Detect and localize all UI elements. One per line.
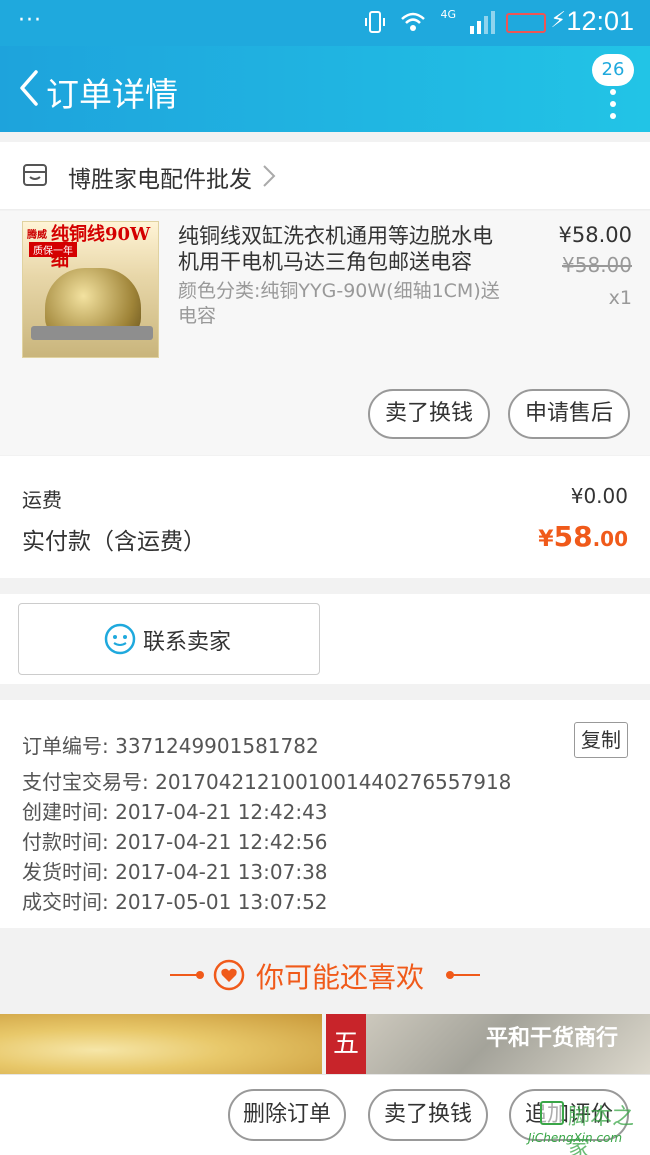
shipped-time-row: 发货时间: 2017-04-21 13:07:38 <box>22 856 328 885</box>
wifi-icon <box>401 12 426 31</box>
product-original-price: ¥58.00 <box>562 253 632 277</box>
product-sku: 颜色分类:纯铜YYG-90W(细轴1CM)送电容 <box>178 280 500 327</box>
recommend-item-2-badge: 五 <box>326 1014 366 1074</box>
status-bar: ··· 4G ⚡ 12:01 <box>0 0 650 46</box>
bottom-action-bar: 删除订单 卖了换钱 追加评价 脚本之家 JiChengXin.com <box>0 1074 650 1155</box>
paid-currency: ¥ <box>538 527 554 552</box>
alipay-number-label: 支付宝交易号: <box>22 770 149 794</box>
completed-time-label: 成交时间: <box>22 890 109 914</box>
image-brand: 腾威 <box>27 230 47 241</box>
order-info: 复制 订单编号: 3371249901581782 支付宝交易号: 201704… <box>0 700 650 928</box>
sell-button[interactable]: 卖了换钱 <box>368 389 490 439</box>
watermark: 脚本之家 JiChengXin.com <box>528 1099 644 1155</box>
signal-icon <box>470 11 495 34</box>
sell-for-cash-button[interactable]: 卖了换钱 <box>368 1089 488 1141</box>
paid-time: 2017-04-21 12:42:56 <box>115 830 328 854</box>
heart-icon <box>213 959 245 991</box>
vibrate-icon <box>365 11 386 33</box>
product-quantity: x1 <box>608 287 632 309</box>
copy-button[interactable]: 复制 <box>574 722 628 758</box>
order-number: 3371249901581782 <box>115 734 319 758</box>
after-sale-button[interactable]: 申请售后 <box>508 389 630 439</box>
paid-time-label: 付款时间: <box>22 830 109 854</box>
shipped-time: 2017-04-21 13:07:38 <box>115 860 328 884</box>
completed-time: 2017-05-01 13:07:52 <box>115 890 328 914</box>
shop-name[interactable]: 博胜家电配件批发 <box>68 160 252 194</box>
shipping-label: 运费 <box>22 488 62 512</box>
order-number-label: 订单编号: <box>22 734 109 758</box>
notification-dots: ··· <box>18 8 42 33</box>
contact-bar: 联系卖家 <box>0 594 650 684</box>
product-image[interactable]: 腾威 纯铜线90W细 质保一年 <box>22 221 159 358</box>
divider-dot-left <box>196 971 204 979</box>
delete-order-button[interactable]: 删除订单 <box>228 1089 346 1141</box>
more-icon[interactable] <box>610 84 616 124</box>
chat-bubble-icon <box>104 623 136 655</box>
watermark-logo-icon <box>540 1101 564 1125</box>
shipping-value: ¥0.00 <box>570 484 628 508</box>
motor-base-graphic <box>31 326 153 340</box>
watermark-text: 脚本之家 <box>568 1105 635 1155</box>
recommend-item-1[interactable] <box>0 1014 322 1074</box>
alipay-number-row: 支付宝交易号: 2017042121001001440276557918 <box>22 766 511 795</box>
shipped-time-label: 发货时间: <box>22 860 109 884</box>
recommend-item-2-shop: 平和干货商行 <box>486 1026 619 1051</box>
page-title: 订单详情 <box>46 75 178 114</box>
back-arrow-icon[interactable] <box>14 68 44 108</box>
store-icon <box>23 164 47 186</box>
created-time-row: 创建时间: 2017-04-21 12:42:43 <box>22 796 328 825</box>
product-item[interactable]: 腾威 纯铜线90W细 质保一年 纯铜线双缸洗衣机通用等边脱水电机用干电机马达三角… <box>0 211 650 455</box>
product-title[interactable]: 纯铜线双缸洗衣机通用等边脱水电机用干电机马达三角包邮送电容 <box>178 223 508 275</box>
paid-integer: 58 <box>553 520 593 553</box>
paid-time-row: 付款时间: 2017-04-21 12:42:56 <box>22 826 328 855</box>
divider-right <box>450 974 480 976</box>
status-icons: 4G <box>364 7 498 34</box>
network-type: 4G <box>440 7 456 21</box>
paid-decimal: .00 <box>592 527 628 551</box>
created-time: 2017-04-21 12:42:43 <box>115 800 328 824</box>
recommend-title: 你可能还喜欢 <box>256 961 425 994</box>
chevron-right-icon <box>263 165 276 187</box>
charging-icon: ⚡ <box>550 8 566 33</box>
message-badge[interactable]: 26 <box>592 54 634 86</box>
shop-row[interactable]: 博胜家电配件批发 <box>0 142 650 210</box>
image-tag: 质保一年 <box>29 242 77 257</box>
contact-seller-label: 联系卖家 <box>143 630 232 655</box>
product-price: ¥58.00 <box>558 223 632 247</box>
alipay-number: 2017042121001001440276557918 <box>155 770 512 794</box>
clock: 12:01 <box>566 6 634 36</box>
created-time-label: 创建时间: <box>22 800 109 824</box>
paid-amount: ¥58.00 <box>538 520 628 553</box>
paid-label: 实付款（含运费） <box>22 529 206 555</box>
contact-seller-button[interactable]: 联系卖家 <box>18 603 320 675</box>
watermark-url: JiChengXin.com <box>528 1131 623 1145</box>
battery-icon <box>506 13 546 33</box>
recommend-item-2[interactable]: 五 平和干货商行 <box>326 1014 650 1074</box>
order-number-row: 订单编号: 3371249901581782 <box>22 730 319 759</box>
fee-summary: 运费 ¥0.00 实付款（含运费） ¥58.00 <box>0 456 650 578</box>
recommend-header: 你可能还喜欢 <box>0 928 650 1014</box>
completed-time-row: 成交时间: 2017-05-01 13:07:52 <box>22 886 328 915</box>
nav-bar: 订单详情 26 <box>0 46 650 132</box>
